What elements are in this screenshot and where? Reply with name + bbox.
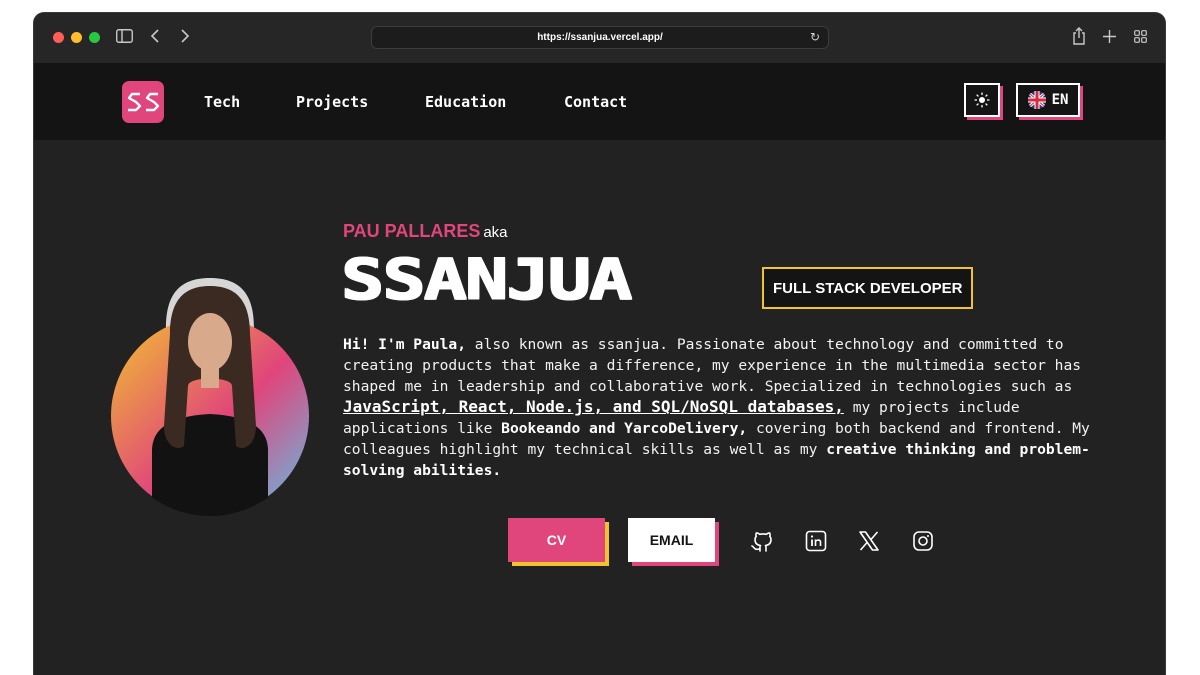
github-icon[interactable] (750, 529, 774, 553)
chevron-right-icon[interactable] (180, 29, 190, 43)
aka-label: aka (483, 224, 508, 241)
role-badge: FULL STACK DEVELOPER (762, 267, 974, 309)
site-nav: Tech Projects Education Contact EN (34, 63, 1165, 140)
alias-heading: SSANJUA (340, 245, 631, 312)
nav-link-projects[interactable]: Projects (296, 93, 368, 111)
bio-greeting: Hi! I'm Paula, (343, 336, 467, 353)
full-name-line: PAU PALLARES aka (343, 221, 508, 242)
language-selector[interactable]: EN (1016, 83, 1080, 117)
nav-link-education[interactable]: Education (425, 93, 506, 111)
x-icon[interactable] (857, 529, 881, 553)
site-logo[interactable] (122, 81, 164, 123)
chevron-left-icon[interactable] (150, 29, 160, 43)
reload-icon[interactable]: ↻ (810, 30, 820, 44)
language-label: EN (1051, 92, 1069, 108)
minimize-window-button[interactable] (71, 32, 82, 43)
browser-window: https://ssanjua.vercel.app/ ↻ Tech Proje… (34, 13, 1165, 675)
full-name: PAU PALLARES (343, 221, 481, 241)
ss-logo-icon (127, 92, 160, 112)
linkedin-icon[interactable] (804, 529, 828, 553)
window-controls (53, 32, 100, 43)
bio-projects: Bookeando and YarcoDelivery, (501, 420, 748, 438)
close-window-button[interactable] (53, 32, 64, 43)
bio-paragraph: Hi! I'm Paula, also known as ssanjua. Pa… (343, 335, 1123, 482)
email-button[interactable]: EMAIL (628, 518, 715, 562)
theme-toggle-button[interactable] (964, 83, 1000, 117)
bio-tech-link[interactable]: JavaScript, React, Node.js, and SQL/NoSQ… (343, 397, 844, 416)
uk-flag-icon (1027, 91, 1046, 109)
cv-button[interactable]: CV (508, 518, 605, 562)
sun-icon (974, 92, 990, 108)
instagram-icon[interactable] (911, 529, 935, 553)
tabs-grid-icon[interactable] (1134, 30, 1147, 43)
nav-link-tech[interactable]: Tech (204, 93, 240, 111)
zoom-window-button[interactable] (89, 32, 100, 43)
plus-icon[interactable] (1103, 30, 1116, 43)
address-bar[interactable]: https://ssanjua.vercel.app/ ↻ (371, 26, 829, 49)
profile-avatar (111, 278, 309, 516)
url-text: https://ssanjua.vercel.app/ (537, 32, 663, 43)
nav-link-contact[interactable]: Contact (564, 93, 627, 111)
sidebar-icon[interactable] (116, 29, 133, 43)
share-icon[interactable] (1072, 27, 1086, 45)
browser-toolbar: https://ssanjua.vercel.app/ ↻ (34, 13, 1165, 64)
